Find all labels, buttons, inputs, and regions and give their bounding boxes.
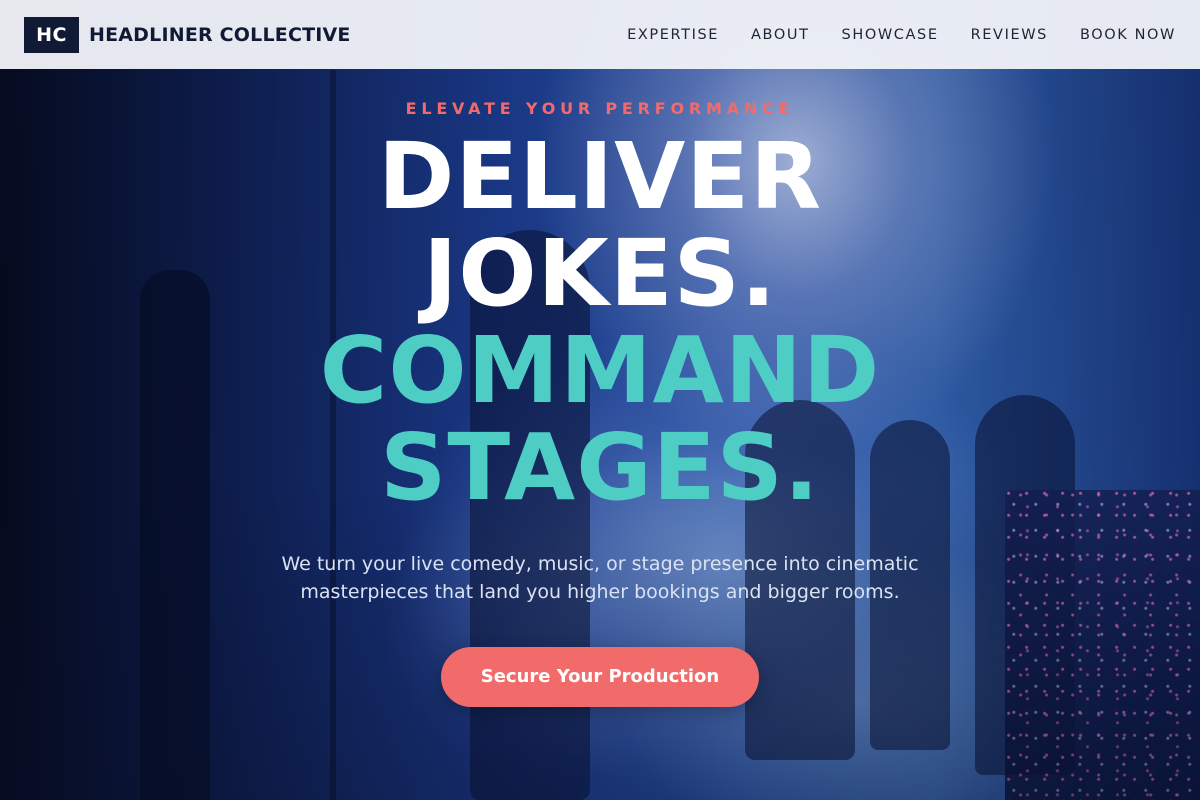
secure-production-button[interactable]: Secure Your Production [441, 647, 759, 707]
logo-mark: HC [24, 16, 79, 53]
nav-link-showcase[interactable]: SHOWCASE [842, 27, 939, 43]
nav-link-about[interactable]: ABOUT [751, 27, 810, 43]
headline-line-1: DELIVER [378, 123, 822, 230]
landing-page: HC HEADLINER COLLECTIVE EXPERTISE ABOUT … [0, 0, 1200, 800]
main-nav: EXPERTISE ABOUT SHOWCASE REVIEWS BOOK NO… [627, 27, 1176, 43]
hero-eyebrow: ELEVATE YOUR PERFORMANCE [405, 99, 795, 118]
brand-name: HEADLINER COLLECTIVE [89, 23, 351, 46]
hero-subtext: We turn your live comedy, music, or stag… [281, 553, 919, 603]
nav-link-reviews[interactable]: REVIEWS [971, 27, 1048, 43]
brand-link[interactable]: HC HEADLINER COLLECTIVE [24, 16, 351, 53]
headline-line-4: STAGES. [380, 414, 820, 521]
headline-line-2: JOKES. [423, 220, 777, 327]
hero-section: ELEVATE YOUR PERFORMANCE DELIVER JOKES. … [0, 69, 1200, 707]
hero-headline: DELIVER JOKES. COMMAND STAGES. [0, 128, 1200, 516]
site-header: HC HEADLINER COLLECTIVE EXPERTISE ABOUT … [0, 0, 1200, 69]
nav-link-expertise[interactable]: EXPERTISE [627, 27, 719, 43]
headline-line-3: COMMAND [319, 317, 881, 424]
nav-link-book-now[interactable]: BOOK NOW [1080, 27, 1176, 43]
